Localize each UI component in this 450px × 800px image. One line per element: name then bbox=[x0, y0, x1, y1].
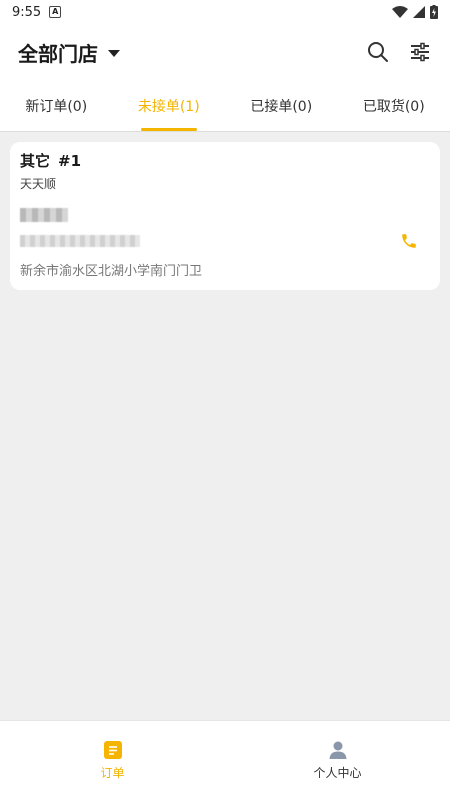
header-actions bbox=[366, 40, 432, 64]
search-icon bbox=[368, 42, 388, 62]
search-button[interactable] bbox=[366, 40, 390, 64]
tab-new-orders[interactable]: 新订单(0) bbox=[0, 80, 113, 131]
nav-orders[interactable]: 订单 bbox=[0, 721, 225, 800]
order-card[interactable]: 其它 #1 天天顺 新余市渝水区北湖小学南门门卫 bbox=[10, 142, 440, 290]
status-time: 9:55 bbox=[12, 4, 42, 20]
app-header: 全部门店 bbox=[0, 24, 450, 80]
nav-label: 订单 bbox=[100, 766, 125, 780]
wifi-icon bbox=[392, 6, 408, 18]
call-button[interactable] bbox=[400, 232, 418, 250]
store-title: 全部门店 bbox=[18, 41, 98, 66]
tab-unaccepted[interactable]: 未接单(1) bbox=[113, 80, 226, 131]
order-status-tabs: 新订单(0) 未接单(1) 已接单(0) 已取货(0) bbox=[0, 80, 450, 132]
delivery-address: 新余市渝水区北湖小学南门门卫 bbox=[20, 264, 203, 279]
filter-button[interactable] bbox=[408, 40, 432, 64]
bottom-navigation: 订单 个人中心 bbox=[0, 720, 450, 800]
signal-icon bbox=[413, 6, 425, 18]
order-title: 其它 bbox=[20, 152, 51, 170]
status-bar: 9:55 A bbox=[0, 0, 450, 24]
order-number: #1 bbox=[58, 152, 82, 170]
order-store-name: 天天顺 bbox=[20, 177, 57, 191]
sliders-icon bbox=[411, 42, 429, 62]
customer-name-redacted bbox=[20, 208, 68, 222]
customer-phone-row bbox=[20, 232, 430, 250]
store-selector[interactable]: 全部门店 bbox=[18, 38, 120, 67]
battery-charging-icon bbox=[430, 5, 438, 19]
phone-icon bbox=[402, 234, 416, 248]
status-icons bbox=[392, 5, 438, 19]
tab-label: 未接单(1) bbox=[137, 98, 200, 115]
profile-icon bbox=[329, 741, 346, 759]
caret-down-icon bbox=[108, 49, 120, 57]
tab-picked-up[interactable]: 已取货(0) bbox=[338, 80, 450, 131]
nav-label: 个人中心 bbox=[313, 766, 362, 780]
tab-label: 已取货(0) bbox=[362, 98, 425, 115]
order-icon bbox=[103, 741, 122, 759]
customer-phone-redacted bbox=[20, 235, 140, 247]
tab-label: 已接单(0) bbox=[250, 98, 313, 115]
nav-profile[interactable]: 个人中心 bbox=[225, 721, 450, 800]
tab-accepted[interactable]: 已接单(0) bbox=[225, 80, 338, 131]
notification-a-icon: A bbox=[49, 6, 62, 18]
order-title-row: 其它 #1 bbox=[20, 150, 430, 171]
tab-label: 新订单(0) bbox=[25, 98, 88, 115]
